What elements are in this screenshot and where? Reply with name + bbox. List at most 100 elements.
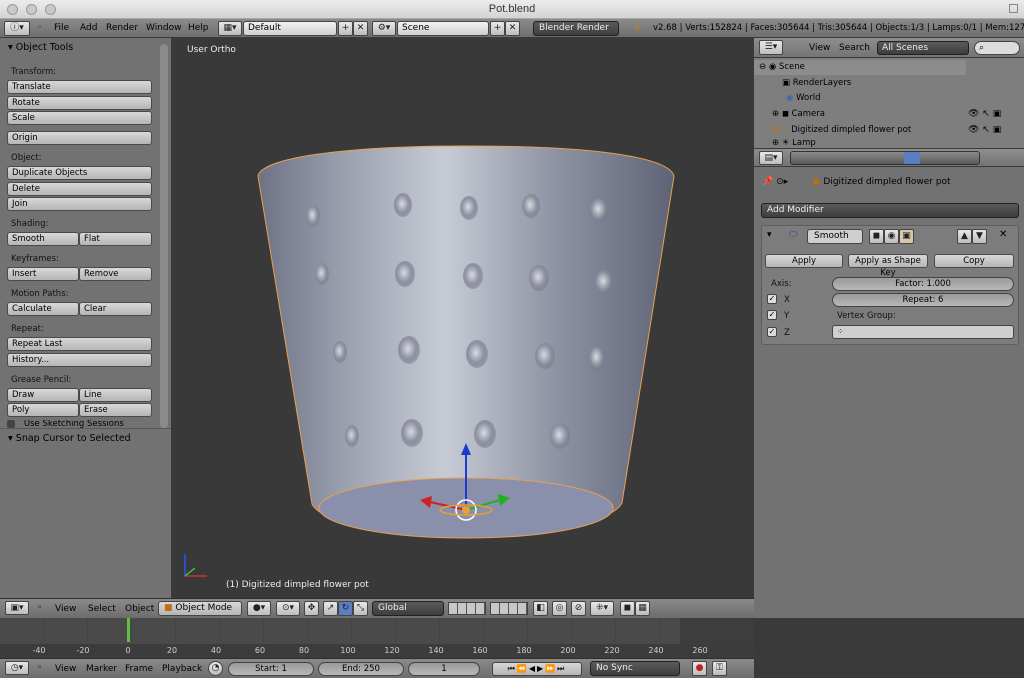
transform-orientation-select[interactable]: Global (372, 601, 444, 616)
history-button[interactable]: History... (7, 353, 152, 367)
end-frame-field[interactable]: End: 250 (318, 662, 404, 676)
rotate-manipulator-icon[interactable]: ↻ (338, 601, 353, 616)
timeline-track[interactable] (0, 618, 754, 642)
outliner-item-flower-pot[interactable]: ⊕ ▽ Digitized dimpled flower pot (754, 123, 966, 138)
timeline-menu-playback[interactable]: Playback (162, 662, 202, 676)
render-still-icon[interactable]: ◼ (620, 601, 635, 616)
menu-add[interactable]: Add (80, 21, 97, 36)
scale-button[interactable]: Scale (7, 111, 152, 125)
header-collapse-icon-3[interactable]: ◦ (37, 663, 42, 673)
play-reverse-icon[interactable]: ◀ (529, 664, 537, 673)
close-window-button[interactable] (7, 4, 18, 15)
translate-manipulator-icon[interactable]: ↗ (323, 601, 338, 616)
grease-draw-button[interactable]: Draw (7, 388, 79, 402)
smooth-shading-button[interactable]: Smooth (7, 232, 79, 246)
prev-key-icon[interactable]: ⏪ (517, 664, 529, 673)
remove-keyframe-button[interactable]: Remove (79, 267, 152, 281)
viewport-shading-icon[interactable]: ●▾ (247, 601, 271, 616)
timeline-editor-icon[interactable]: ◷▾ (5, 661, 29, 675)
menu-view[interactable]: View (55, 602, 76, 616)
jump-end-icon[interactable]: ⏭ (557, 664, 566, 673)
move-up-icon[interactable]: ▲ (957, 229, 972, 244)
modifier-wrench-icon[interactable] (904, 152, 920, 164)
layer-buttons-2[interactable] (490, 602, 528, 615)
apply-button[interactable]: Apply (765, 254, 843, 268)
remove-modifier-icon[interactable]: ✕ (999, 229, 1007, 240)
grease-erase-button[interactable]: Erase (79, 403, 152, 417)
outliner-editor-icon[interactable]: ☰▾ (759, 40, 783, 55)
pivot-point-icon[interactable]: ⊙▾ (276, 601, 300, 616)
manipulator-toggle-icon[interactable]: ✥ (304, 601, 319, 616)
object-tools-panel-header[interactable]: ▾ Object Tools (8, 42, 73, 53)
snap-icon[interactable]: ⊘ (571, 601, 586, 616)
next-key-icon[interactable]: ⏩ (545, 664, 557, 673)
scale-manipulator-icon[interactable]: ⤡ (353, 601, 368, 616)
pin-icon[interactable]: 📌 ⊙▸ (762, 177, 788, 187)
flat-shading-button[interactable]: Flat (79, 232, 152, 246)
render-animation-icon[interactable]: ▦ (635, 601, 650, 616)
editmode-toggle-icon[interactable]: ▣ (899, 229, 914, 244)
collapse-modifier-icon[interactable]: ▾ (767, 230, 772, 240)
copy-button[interactable]: Copy (934, 254, 1014, 268)
fullscreen-icon[interactable] (1009, 4, 1018, 13)
current-frame-field[interactable]: 1 (408, 662, 480, 676)
outliner-display-mode[interactable]: All Scenes (877, 41, 969, 55)
outliner-search-menu[interactable]: Search (839, 41, 870, 55)
screen-layout-field[interactable]: Default (243, 21, 337, 36)
delete-button[interactable]: Delete (7, 182, 152, 196)
menu-window[interactable]: Window (146, 21, 182, 36)
vertex-group-field[interactable]: ⁘ (832, 325, 1014, 339)
3d-view-editor-icon[interactable]: ▣▾ (5, 601, 29, 615)
timeline-menu-frame[interactable]: Frame (125, 662, 153, 676)
playback-controls[interactable]: ⏮⏪◀▶⏩⏭ (492, 662, 582, 676)
lock-layers-icon[interactable]: ◧ (533, 601, 548, 616)
clear-paths-button[interactable]: Clear (79, 302, 152, 316)
properties-editor-icon[interactable]: ▤▾ (759, 151, 783, 165)
timeline-menu-view[interactable]: View (55, 662, 76, 676)
menu-render[interactable]: Render (106, 21, 138, 36)
insert-keyframe-button[interactable]: Insert (7, 267, 79, 281)
origin-button[interactable]: Origin (7, 131, 152, 145)
outliner-item-renderlayers[interactable]: ▣ RenderLayers (754, 76, 966, 91)
keying-set-icon[interactable]: ⚿ (712, 661, 727, 676)
header-collapse-icon[interactable]: ◦ (37, 23, 42, 33)
remove-screen-icon[interactable]: ✕ (353, 21, 368, 36)
outliner-search-input[interactable]: ⌕ (974, 41, 1020, 55)
menu-file[interactable]: File (54, 21, 69, 36)
grease-line-button[interactable]: Line (79, 388, 152, 402)
record-icon[interactable]: ● (692, 661, 707, 676)
calculate-paths-button[interactable]: Calculate (7, 302, 79, 316)
factor-field[interactable]: Factor: 1.000 (832, 277, 1014, 291)
header-collapse-icon-2[interactable]: ◦ (37, 603, 42, 613)
outliner-item-world[interactable]: ◉ World (754, 91, 966, 106)
axis-z-checkbox[interactable]: ✓ (767, 327, 777, 337)
render-engine-select[interactable]: Blender Render (533, 21, 619, 36)
outliner-item-lamp[interactable]: ⊕ ☀ Lamp (754, 139, 966, 148)
axis-x-checkbox[interactable]: ✓ (767, 294, 777, 304)
apply-shape-key-button[interactable]: Apply as Shape Key (848, 254, 928, 278)
tool-shelf-scrollbar[interactable] (160, 44, 168, 428)
proportional-edit-icon[interactable]: ◎ (552, 601, 567, 616)
object-mode-select[interactable]: ■ Object Mode (158, 601, 242, 616)
properties-context-tabs[interactable] (790, 151, 980, 165)
current-frame-indicator[interactable] (127, 618, 130, 642)
snap-cursor-panel-header[interactable]: ▾ Snap Cursor to Selected (8, 433, 131, 444)
minimize-window-button[interactable] (26, 4, 37, 15)
axis-y-checkbox[interactable]: ✓ (767, 310, 777, 320)
move-down-icon[interactable]: ▼ (972, 229, 987, 244)
repeat-last-button[interactable]: Repeat Last (7, 337, 152, 351)
screen-layout-icon[interactable]: ▦▾ (218, 21, 242, 36)
rotate-button[interactable]: Rotate (7, 96, 152, 110)
repeat-field[interactable]: Repeat: 6 (832, 293, 1014, 307)
jump-start-icon[interactable]: ⏮ (508, 664, 517, 673)
scene-icon[interactable]: ⚙▾ (372, 21, 396, 36)
add-screen-icon[interactable]: + (338, 21, 353, 36)
preview-range-icon[interactable]: ◔ (208, 661, 223, 676)
visibility-eye-icon[interactable]: 👁 ↖ ▣ (968, 107, 1001, 122)
menu-help[interactable]: Help (188, 21, 209, 36)
outliner-view-menu[interactable]: View (809, 41, 830, 55)
outliner-item-camera[interactable]: ⊕ ◼ Camera (754, 107, 966, 122)
visibility-eye-icon-2[interactable]: 👁 ↖ ▣ (968, 123, 1001, 138)
join-button[interactable]: Join (7, 197, 152, 211)
outliner-item-scene[interactable]: ⊖ ◉ Scene (754, 60, 966, 75)
